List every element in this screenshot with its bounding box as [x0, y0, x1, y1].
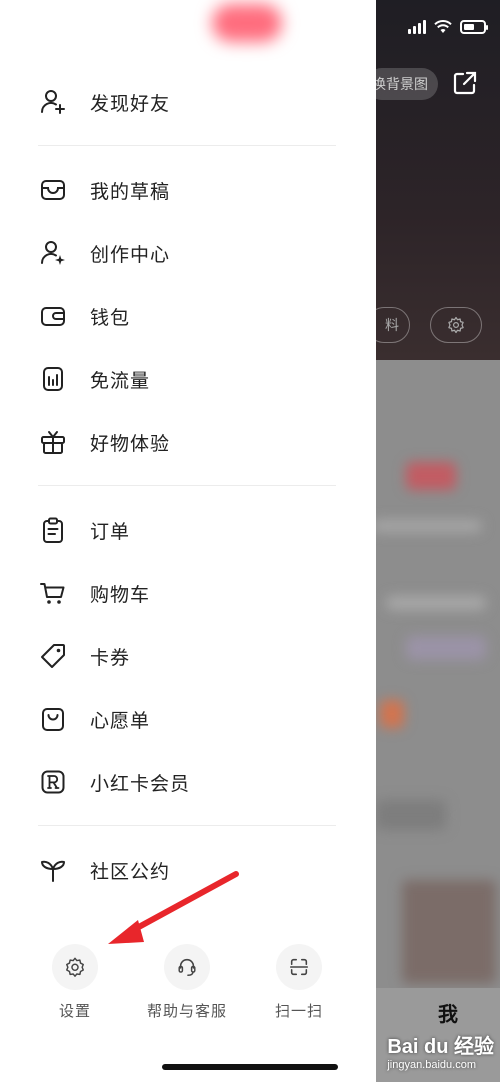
menu-item-wishlist[interactable]: 心愿单 — [38, 699, 338, 739]
help-support-button[interactable]: 帮助与客服 — [132, 944, 242, 1021]
gear-icon — [66, 957, 84, 977]
share-icon[interactable] — [452, 70, 478, 96]
clipboard-icon — [38, 515, 68, 545]
menu-item-label: 钱包 — [90, 307, 131, 329]
settings-label: 设置 — [58, 1003, 91, 1020]
settings-circle — [52, 944, 98, 990]
menu-item-product-trial[interactable]: 好物体验 — [38, 422, 338, 462]
blurred-content — [386, 596, 486, 610]
scan-label: 扫一扫 — [274, 1003, 323, 1020]
divider — [38, 145, 336, 146]
data-bars-icon — [38, 364, 68, 394]
avatar — [212, 4, 282, 42]
gift-icon — [38, 427, 68, 457]
gear-icon — [448, 316, 464, 334]
status-bar — [408, 20, 488, 34]
menu-item-label: 订单 — [90, 521, 131, 543]
menu-item-label: 心愿单 — [90, 710, 151, 732]
profile-header — [376, 0, 500, 360]
background-profile-page: 换背景图 料 我 Bai du 经验 jingyan.baidu.com — [376, 0, 500, 1082]
cellular-signal-icon — [408, 20, 426, 34]
menu-item-cart[interactable]: 购物车 — [38, 573, 338, 613]
wallet-icon — [38, 301, 68, 331]
watermark-url: jingyan.baidu.com — [387, 1059, 476, 1071]
add-friend-icon — [38, 87, 68, 117]
menu-item-free-data[interactable]: 免流量 — [38, 359, 338, 399]
sprout-icon — [38, 855, 68, 885]
scan-icon — [289, 958, 309, 976]
menu-item-red-card-member[interactable]: 小红卡会员 — [38, 762, 338, 802]
divider — [38, 485, 336, 486]
blurred-content — [406, 636, 486, 660]
battery-icon — [460, 20, 488, 34]
menu-item-label: 购物车 — [90, 584, 151, 606]
menu-item-label: 创作中心 — [90, 244, 171, 266]
coupon-tag-icon — [38, 641, 68, 671]
menu-item-drafts[interactable]: 我的草稿 — [38, 170, 338, 210]
menu-item-creator-center[interactable]: 创作中心 — [38, 233, 338, 273]
menu-item-label: 发现好友 — [90, 93, 171, 115]
blurred-content — [376, 800, 446, 830]
menu-item-label: 免流量 — [90, 370, 151, 392]
headset-icon — [178, 958, 196, 976]
wifi-icon — [434, 20, 452, 33]
menu-item-label: 卡券 — [90, 647, 131, 669]
home-indicator[interactable] — [162, 1064, 338, 1070]
menu-item-label: 我的草稿 — [90, 181, 171, 203]
blurred-content — [380, 700, 404, 728]
creator-user-icon — [38, 238, 68, 268]
blurred-content — [376, 520, 482, 532]
menu-item-wallet[interactable]: 钱包 — [38, 296, 338, 336]
help-support-label: 帮助与客服 — [146, 1003, 227, 1020]
annotation-arrow — [108, 871, 239, 944]
drafts-inbox-icon — [38, 175, 68, 205]
shopping-cart-icon — [38, 578, 68, 608]
shopping-bag-icon — [38, 704, 68, 734]
baidu-jingyan-watermark: Bai du 经验 jingyan.baidu.com — [387, 1030, 494, 1071]
blurred-content — [402, 880, 496, 984]
menu-item-coupons[interactable]: 卡券 — [38, 636, 338, 676]
menu-item-orders[interactable]: 订单 — [38, 510, 338, 550]
menu-item-label: 好物体验 — [90, 433, 171, 455]
tab-me[interactable]: 我 — [438, 998, 458, 1027]
member-r-icon — [38, 767, 68, 797]
scan-button[interactable]: 扫一扫 — [244, 944, 354, 1021]
divider — [38, 825, 336, 826]
profile-settings-button[interactable] — [430, 307, 482, 343]
scan-circle — [276, 944, 322, 990]
menu-item-label: 小红卡会员 — [90, 773, 191, 795]
watermark-brand: Bai du 经验 — [387, 1036, 494, 1058]
menu-item-find-friends[interactable]: 发现好友 — [38, 82, 338, 122]
blurred-content — [406, 462, 456, 490]
change-background-button[interactable]: 换背景图 — [376, 68, 438, 100]
settings-button[interactable]: 设置 — [20, 944, 130, 1021]
